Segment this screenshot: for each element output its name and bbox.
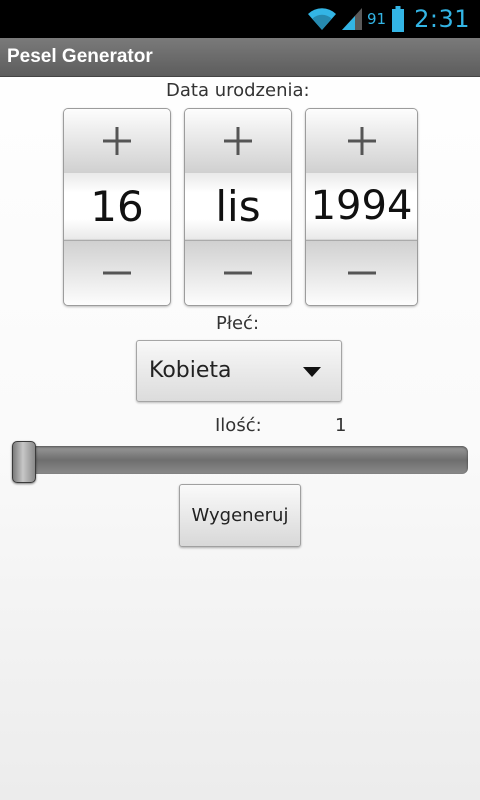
day-increment-button[interactable] (64, 109, 170, 174)
clock: 2:31 (414, 5, 470, 33)
battery-icon (392, 6, 405, 32)
app-title: Pesel Generator (7, 46, 153, 67)
battery-level: 91 (367, 10, 387, 28)
wifi-icon (308, 8, 336, 31)
count-label: Ilość: (215, 415, 262, 436)
year-decrement-button[interactable] (306, 240, 417, 305)
year-value[interactable]: 1994 (306, 173, 417, 239)
title-bar: Pesel Generator (0, 38, 480, 77)
day-picker: 16 (63, 108, 171, 306)
month-decrement-button[interactable] (185, 240, 291, 305)
month-increment-button[interactable] (185, 109, 291, 174)
count-slider-thumb[interactable] (12, 441, 36, 483)
minus-icon (224, 271, 252, 275)
gender-label: Płeć: (216, 313, 260, 334)
status-icons: 91 2:31 (307, 0, 470, 38)
year-increment-button[interactable] (306, 109, 417, 174)
gender-dropdown[interactable]: Kobieta (136, 340, 342, 402)
minus-icon (103, 271, 131, 275)
plus-icon (347, 127, 376, 155)
chevron-down-icon (303, 367, 321, 377)
generate-button[interactable]: Wygeneruj (179, 484, 301, 547)
count-value: 1 (335, 415, 347, 436)
day-value[interactable]: 16 (64, 173, 170, 239)
signal-icon (342, 8, 362, 30)
count-slider-track[interactable] (14, 446, 468, 474)
plus-icon (103, 127, 131, 155)
month-picker: lis (184, 108, 292, 306)
gender-selected-value: Kobieta (149, 358, 232, 383)
year-picker: 1994 (305, 108, 418, 306)
minus-icon (347, 271, 376, 275)
month-value[interactable]: lis (185, 173, 291, 239)
day-decrement-button[interactable] (64, 240, 170, 305)
status-bar: 91 2:31 (0, 0, 480, 38)
plus-icon (224, 127, 252, 155)
birth-date-label: Data urodzenia: (166, 80, 310, 101)
